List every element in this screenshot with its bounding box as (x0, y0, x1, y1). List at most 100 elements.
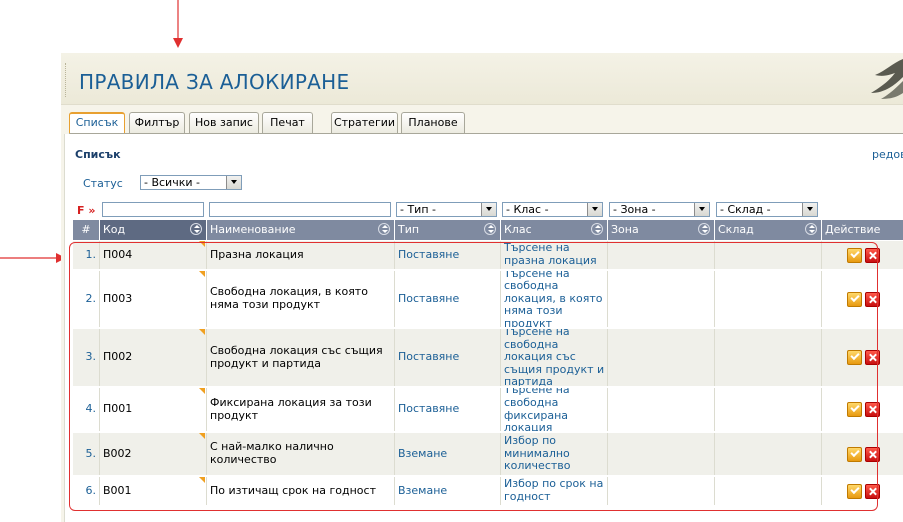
cell-class-text: Избор по минимално количество (504, 434, 571, 473)
cell-warehouse (715, 477, 822, 505)
cell-name: С най-малко налично количество (207, 433, 395, 475)
cell-class[interactable]: Избор по срок на годност (501, 477, 608, 505)
note-corner-icon (199, 433, 205, 439)
cell-class-text: Търсене на свободна локация със същия пр… (504, 329, 605, 386)
cell-num[interactable]: 1. (73, 241, 100, 269)
status-select[interactable]: - Всички - (140, 175, 242, 190)
cell-class[interactable]: Търсене на празна локация (501, 241, 608, 269)
cell-num[interactable]: 6. (73, 477, 100, 505)
delete-x-icon[interactable] (864, 483, 880, 499)
cell-num[interactable]: 2. (73, 271, 100, 327)
chevron-down-icon[interactable] (694, 203, 709, 216)
cell-code-text: В001 (103, 483, 132, 497)
sort-icon[interactable] (378, 223, 390, 235)
delete-x-icon[interactable] (864, 402, 880, 417)
sort-icon[interactable] (591, 223, 603, 235)
delete-x-icon[interactable] (864, 446, 880, 462)
cell-num[interactable]: 3. (73, 329, 100, 386)
cell-type[interactable]: Поставяне (395, 241, 501, 269)
column-header-type-label: Тип (398, 223, 420, 236)
tab-filter[interactable]: Филтър (129, 112, 185, 133)
edit-check-icon[interactable] (846, 291, 862, 307)
cell-type[interactable]: Поставяне (395, 329, 501, 386)
cell-code-text: П003 (103, 291, 133, 305)
tab-strategies[interactable]: Стратегии (331, 112, 398, 133)
name-filter-input[interactable] (209, 202, 391, 217)
column-header-type[interactable]: Тип (395, 220, 501, 240)
sort-icon[interactable] (484, 223, 496, 235)
cell-class-text: Избор по срок на годност (504, 477, 604, 503)
warehouse-filter-select[interactable]: - Склад - (716, 202, 818, 217)
cell-type[interactable]: Вземане (395, 477, 501, 505)
status-label: Статус (83, 177, 123, 190)
note-corner-icon (199, 388, 205, 394)
cell-code: П001 (100, 388, 207, 431)
cell-zone (608, 241, 715, 269)
cell-class[interactable]: Търсене на свободна локация, в която ням… (501, 271, 608, 327)
warehouse-filter-value: - Склад - (720, 203, 771, 216)
cell-zone (608, 329, 715, 386)
tab-list[interactable]: Списък (69, 112, 125, 134)
tab-print[interactable]: Печат (262, 112, 313, 133)
cell-class[interactable]: Избор по минимално количество (501, 433, 608, 475)
cell-warehouse (715, 241, 822, 269)
column-header-code[interactable]: Код (100, 220, 207, 240)
cell-code: П003 (100, 271, 207, 327)
cell-class[interactable]: Търсене на свободна локация със същия пр… (501, 329, 608, 386)
sort-icon[interactable] (698, 223, 710, 235)
table-row[interactable]: 2. П003 Свободна локация, в която няма тоз… (73, 271, 903, 328)
cell-warehouse (715, 271, 822, 327)
cell-zone (608, 388, 715, 431)
type-filter-value: - Тип - (400, 203, 436, 216)
cell-num[interactable]: 5. (73, 433, 100, 475)
code-filter-input[interactable] (102, 202, 204, 217)
table-row[interactable]: 6. В001 По изтичащ срок на годност Вземане И… (73, 477, 903, 506)
column-header-name[interactable]: Наименование (207, 220, 395, 240)
edit-check-icon[interactable] (846, 247, 862, 263)
cell-name: Фиксирана локация за този продукт (207, 388, 395, 431)
delete-x-icon[interactable] (864, 291, 880, 307)
edit-check-icon[interactable] (846, 446, 862, 462)
annotation-arrow-rows-icon (0, 252, 70, 264)
rows-per-page-label[interactable]: редове (872, 148, 903, 161)
cell-type[interactable]: Вземане (395, 433, 501, 475)
class-filter-select[interactable]: - Клас - (502, 202, 603, 217)
edit-check-icon[interactable] (846, 350, 862, 365)
cell-type[interactable]: Поставяне (395, 388, 501, 431)
chevron-down-icon[interactable] (587, 203, 602, 216)
title-grip (65, 63, 67, 97)
chevron-down-icon[interactable] (226, 176, 241, 189)
sort-icon[interactable] (805, 223, 817, 235)
delete-x-icon[interactable] (864, 350, 880, 365)
edit-check-icon[interactable] (846, 483, 862, 499)
table-row[interactable]: 3. П002 Свободна локация със същия продукт… (73, 329, 903, 387)
chevron-down-icon[interactable] (481, 203, 496, 216)
cell-type-text: Поставяне (398, 402, 460, 416)
table-row[interactable]: 4. П001 Фиксирана локация за този продукт П… (73, 388, 903, 432)
delete-x-icon[interactable] (864, 247, 880, 263)
tab-plans[interactable]: Планове (401, 112, 465, 133)
table-row[interactable]: 1. П004 Празна локация Поставяне Търсене на … (73, 241, 903, 270)
sort-icon[interactable] (190, 223, 202, 235)
cell-class[interactable]: Търсене на свободна фиксирана локация (501, 388, 608, 431)
app-window: ПРАВИЛА ЗА АЛОКИРАНЕ Списък Филтър Нов з… (61, 53, 903, 522)
cell-type-text: Поставяне (398, 350, 460, 364)
table-row[interactable]: 5. В002 С най-малко налично количество Взем… (73, 433, 903, 476)
list-panel: Списък редове Статус - Всички - F » - Ти… (64, 134, 903, 522)
note-corner-icon (199, 241, 205, 247)
chevron-down-icon[interactable] (802, 203, 817, 216)
column-header-warehouse[interactable]: Склад (715, 220, 822, 240)
cell-name-text: Фиксирана локация за този продукт (210, 395, 372, 422)
section-title: Списък (75, 148, 121, 161)
cell-num[interactable]: 4. (73, 388, 100, 431)
column-header-class-label: Клас (504, 223, 532, 236)
zone-filter-select[interactable]: - Зона - (609, 202, 710, 217)
cell-type[interactable]: Поставяне (395, 271, 501, 327)
column-header-zone[interactable]: Зона (608, 220, 715, 240)
cell-zone (608, 433, 715, 475)
edit-check-icon[interactable] (846, 402, 862, 417)
filter-marker: F » (77, 204, 96, 217)
tab-new-record[interactable]: Нов запис (189, 112, 259, 133)
column-header-class[interactable]: Клас (501, 220, 608, 240)
type-filter-select[interactable]: - Тип - (396, 202, 497, 217)
